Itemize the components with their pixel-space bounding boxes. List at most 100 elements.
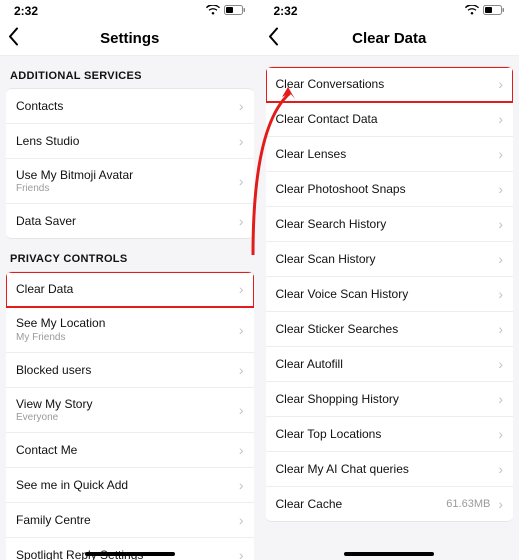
settings-content: ADDITIONAL SERVICES Contacts › Lens Stud… bbox=[0, 56, 260, 560]
label-bitmoji: Use My Bitmoji Avatar bbox=[16, 168, 133, 182]
battery-icon bbox=[224, 4, 246, 18]
status-right bbox=[465, 4, 505, 18]
chevron-right-icon: › bbox=[498, 391, 503, 407]
chevron-right-icon: › bbox=[498, 321, 503, 337]
label-clear-photoshoot: Clear Photoshoot Snaps bbox=[276, 182, 406, 196]
list-clear-data: Clear Conversations › Clear Contact Data… bbox=[266, 66, 514, 522]
label-contact-me: Contact Me bbox=[16, 443, 77, 457]
row-clear-photoshoot[interactable]: Clear Photoshoot Snaps › bbox=[266, 172, 514, 207]
row-clear-sticker[interactable]: Clear Sticker Searches › bbox=[266, 312, 514, 347]
chevron-right-icon: › bbox=[239, 442, 244, 458]
wifi-icon bbox=[465, 4, 479, 18]
label-see-location: See My Location bbox=[16, 316, 105, 330]
chevron-right-icon: › bbox=[239, 173, 244, 189]
chevron-right-icon: › bbox=[239, 213, 244, 229]
row-contacts[interactable]: Contacts › bbox=[6, 89, 254, 124]
label-clear-aichat: Clear My AI Chat queries bbox=[276, 462, 409, 476]
status-time: 2:32 bbox=[14, 4, 38, 18]
chevron-right-icon: › bbox=[239, 133, 244, 149]
status-bar: 2:32 bbox=[260, 0, 519, 22]
label-clear-voice: Clear Voice Scan History bbox=[276, 287, 409, 301]
chevron-right-icon: › bbox=[498, 216, 503, 232]
page-title: Clear Data bbox=[352, 30, 426, 47]
nav-bar: Clear Data bbox=[260, 22, 519, 56]
label-lens-studio: Lens Studio bbox=[16, 134, 79, 148]
chevron-right-icon: › bbox=[498, 496, 503, 512]
chevron-right-icon: › bbox=[498, 461, 503, 477]
page-title: Settings bbox=[100, 30, 159, 47]
home-indicator bbox=[85, 552, 175, 556]
label-clear-sticker: Clear Sticker Searches bbox=[276, 322, 399, 336]
row-clear-data[interactable]: Clear Data › bbox=[6, 272, 254, 307]
label-clear-cache: Clear Cache bbox=[276, 497, 343, 511]
row-clear-voice-scan[interactable]: Clear Voice Scan History › bbox=[266, 277, 514, 312]
label-contacts: Contacts bbox=[16, 99, 63, 113]
label-family: Family Centre bbox=[16, 513, 91, 527]
chevron-right-icon: › bbox=[498, 146, 503, 162]
chevron-left-icon bbox=[8, 27, 19, 45]
section-additional-services: ADDITIONAL SERVICES bbox=[0, 56, 260, 88]
row-family-centre[interactable]: Family Centre › bbox=[6, 503, 254, 538]
row-see-my-location[interactable]: See My Location My Friends › bbox=[6, 307, 254, 352]
chevron-right-icon: › bbox=[498, 181, 503, 197]
list-privacy-controls: Clear Data › See My Location My Friends … bbox=[6, 271, 254, 560]
row-bitmoji-avatar[interactable]: Use My Bitmoji Avatar Friends › bbox=[6, 159, 254, 204]
back-button[interactable] bbox=[8, 27, 19, 50]
sub-bitmoji: Friends bbox=[16, 183, 133, 194]
wifi-icon bbox=[206, 4, 220, 18]
status-right bbox=[206, 4, 246, 18]
row-clear-conversations[interactable]: Clear Conversations › bbox=[266, 67, 514, 102]
row-clear-ai-chat[interactable]: Clear My AI Chat queries › bbox=[266, 452, 514, 487]
chevron-right-icon: › bbox=[498, 286, 503, 302]
row-clear-top-locations[interactable]: Clear Top Locations › bbox=[266, 417, 514, 452]
row-clear-search[interactable]: Clear Search History › bbox=[266, 207, 514, 242]
back-button[interactable] bbox=[268, 27, 279, 50]
clear-data-screen: 2:32 Clear Data Clear Conversations › Cl… bbox=[260, 0, 519, 560]
label-clear-scan: Clear Scan History bbox=[276, 252, 376, 266]
label-clear-search: Clear Search History bbox=[276, 217, 387, 231]
settings-screen: 2:32 Settings ADDITIONAL SERVICES Contac… bbox=[0, 0, 260, 560]
chevron-right-icon: › bbox=[239, 512, 244, 528]
row-clear-cache[interactable]: Clear Cache 61.63MB › bbox=[266, 487, 514, 521]
row-lens-studio[interactable]: Lens Studio › bbox=[6, 124, 254, 159]
chevron-right-icon: › bbox=[498, 251, 503, 267]
label-clear-data: Clear Data bbox=[16, 282, 73, 296]
cache-size-value: 61.63MB bbox=[446, 498, 490, 510]
row-clear-lenses[interactable]: Clear Lenses › bbox=[266, 137, 514, 172]
label-clear-shopping: Clear Shopping History bbox=[276, 392, 399, 406]
row-view-my-story[interactable]: View My Story Everyone › bbox=[6, 388, 254, 433]
label-clear-conversations: Clear Conversations bbox=[276, 77, 385, 91]
section-privacy-controls: PRIVACY CONTROLS bbox=[0, 239, 260, 271]
label-clear-lenses: Clear Lenses bbox=[276, 147, 347, 161]
home-indicator bbox=[344, 552, 434, 556]
chevron-left-icon bbox=[268, 27, 279, 45]
label-blocked: Blocked users bbox=[16, 363, 91, 377]
row-clear-scan[interactable]: Clear Scan History › bbox=[266, 242, 514, 277]
row-contact-me[interactable]: Contact Me › bbox=[6, 433, 254, 468]
clear-data-content: Clear Conversations › Clear Contact Data… bbox=[260, 56, 519, 560]
chevron-right-icon: › bbox=[239, 281, 244, 297]
chevron-right-icon: › bbox=[239, 402, 244, 418]
row-spotlight-reply[interactable]: Spotlight Reply Settings › bbox=[6, 538, 254, 560]
chevron-right-icon: › bbox=[498, 111, 503, 127]
label-clear-contact-data: Clear Contact Data bbox=[276, 112, 378, 126]
status-bar: 2:32 bbox=[0, 0, 260, 22]
chevron-right-icon: › bbox=[498, 76, 503, 92]
row-quick-add[interactable]: See me in Quick Add › bbox=[6, 468, 254, 503]
label-quick-add: See me in Quick Add bbox=[16, 478, 128, 492]
label-view-story: View My Story bbox=[16, 397, 92, 411]
list-additional-services: Contacts › Lens Studio › Use My Bitmoji … bbox=[6, 88, 254, 239]
row-data-saver[interactable]: Data Saver › bbox=[6, 204, 254, 238]
status-time: 2:32 bbox=[274, 4, 298, 18]
sub-view-story: Everyone bbox=[16, 412, 92, 423]
row-blocked-users[interactable]: Blocked users › bbox=[6, 353, 254, 388]
chevron-right-icon: › bbox=[498, 356, 503, 372]
battery-icon bbox=[483, 4, 505, 18]
row-clear-shopping[interactable]: Clear Shopping History › bbox=[266, 382, 514, 417]
row-clear-autofill[interactable]: Clear Autofill › bbox=[266, 347, 514, 382]
chevron-right-icon: › bbox=[239, 547, 244, 560]
chevron-right-icon: › bbox=[239, 98, 244, 114]
chevron-right-icon: › bbox=[239, 362, 244, 378]
row-clear-contact-data[interactable]: Clear Contact Data › bbox=[266, 102, 514, 137]
label-data-saver: Data Saver bbox=[16, 214, 76, 228]
